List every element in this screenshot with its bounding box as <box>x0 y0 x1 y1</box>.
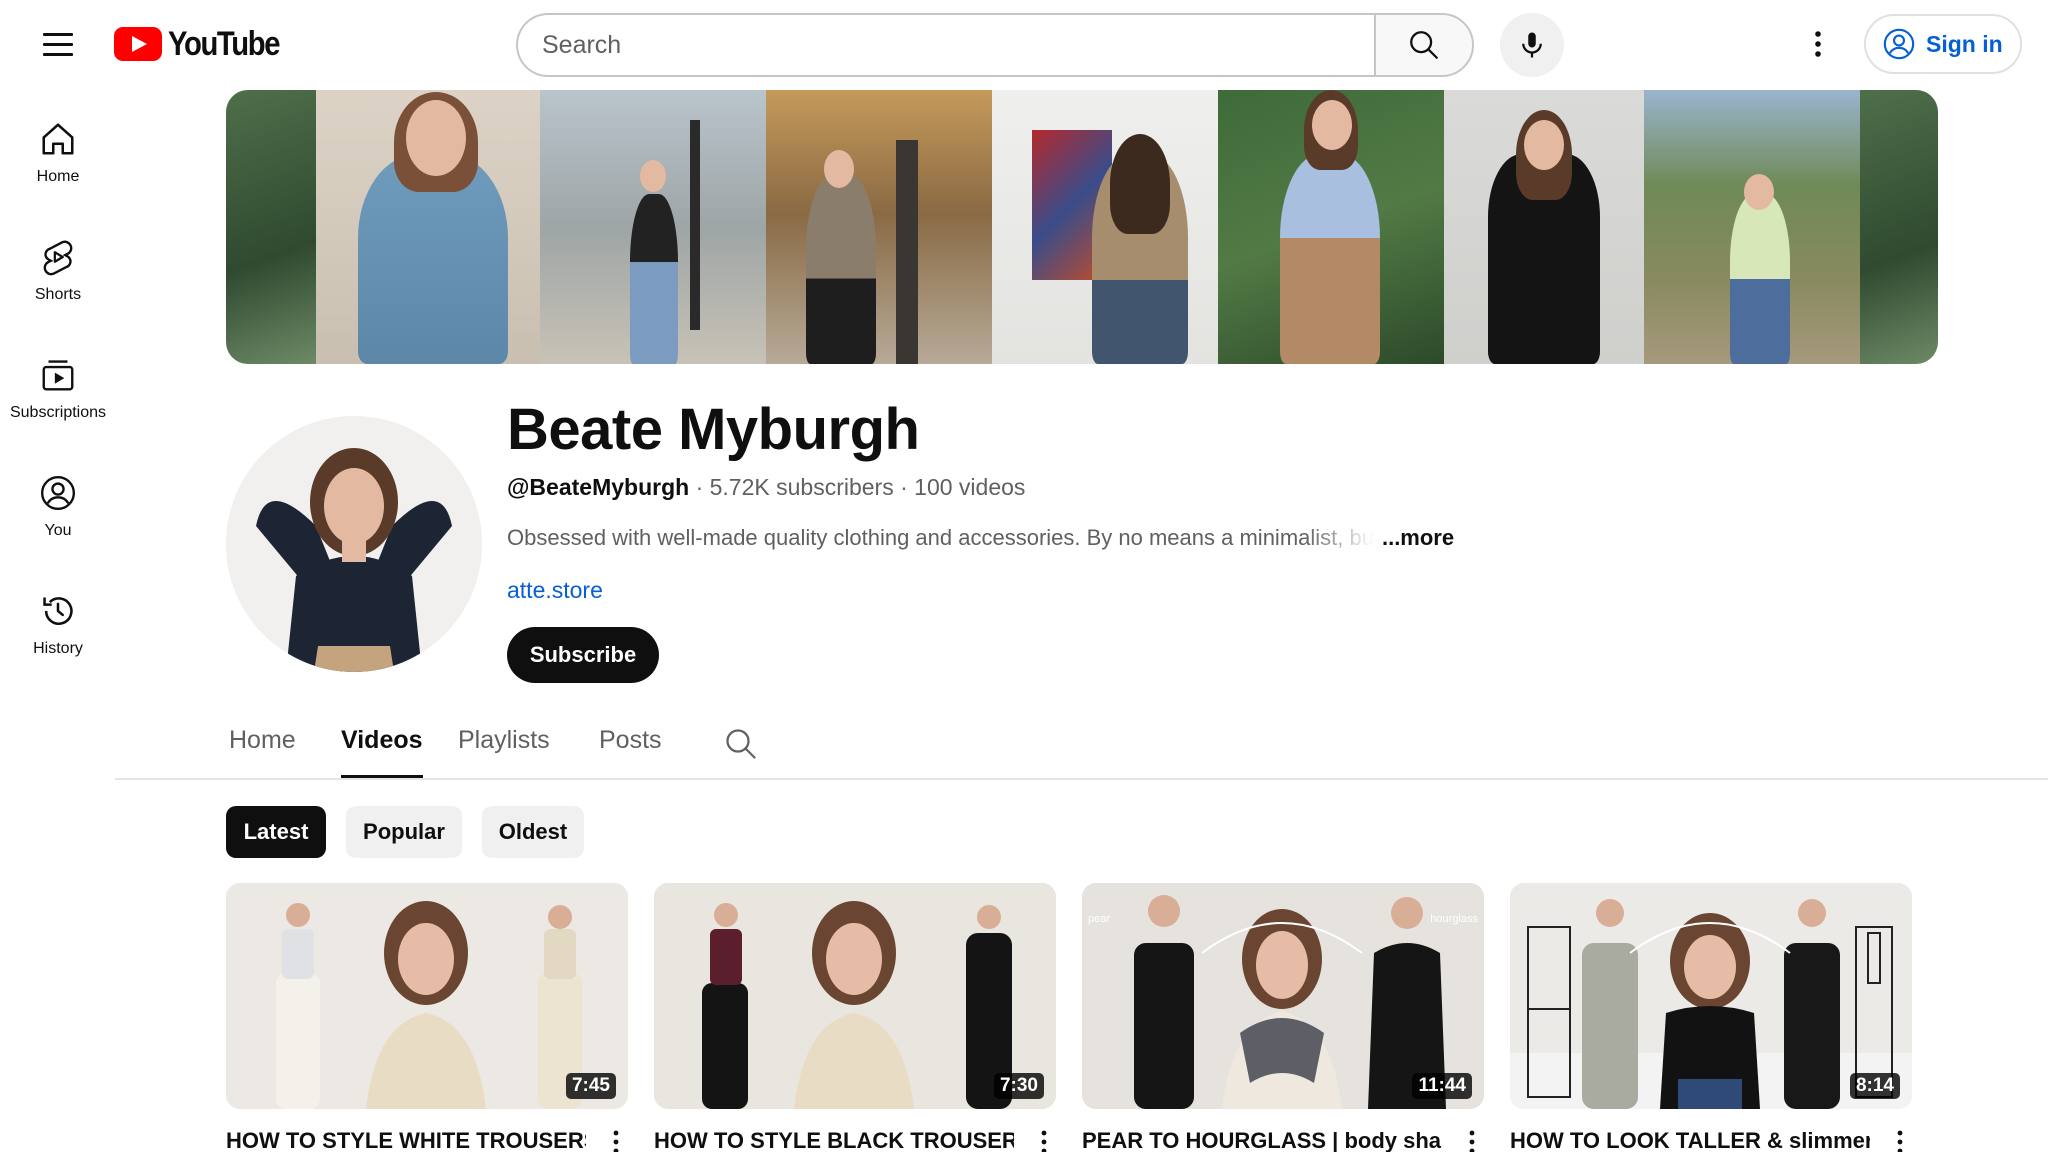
channel-handle: @BeateMyburgh <box>507 474 690 500</box>
banner-photo <box>226 90 316 364</box>
banner-photo <box>1444 90 1644 364</box>
sidebar-item-subscriptions[interactable]: Subscriptions <box>0 336 116 446</box>
thumbnail-overlay-text: hourglass <box>1430 913 1478 925</box>
more-vert-icon[interactable] <box>1462 1129 1482 1152</box>
more-vert-icon[interactable] <box>1034 1129 1054 1152</box>
video-thumbnail[interactable]: 7:30 <box>654 883 1056 1109</box>
subscribe-button[interactable]: Subscribe <box>507 627 659 683</box>
video-count: 100 videos <box>914 474 1026 500</box>
logo-text: YouTube <box>168 24 280 63</box>
sidebar-item-home[interactable]: Home <box>0 100 116 210</box>
more-vert-icon[interactable] <box>606 1129 626 1152</box>
channel-avatar[interactable] <box>226 416 482 672</box>
youtube-play-icon <box>114 27 162 61</box>
settings-menu-button[interactable] <box>1794 20 1842 68</box>
video-card[interactable]: 7:45 HOW TO STYLE WHITE TROUSERS | <box>226 883 628 1152</box>
channel-description[interactable]: Obsessed with well-made quality clothing… <box>507 525 1454 551</box>
sidebar-item-label: History <box>33 640 83 657</box>
tab-home[interactable]: Home <box>229 726 296 778</box>
video-card[interactable]: pear hourglass 11:44 PEAR TO HOURGLASS |… <box>1082 883 1484 1152</box>
video-title[interactable]: HOW TO LOOK TALLER & slimmer <box>1510 1128 1870 1152</box>
video-card[interactable]: 7:30 HOW TO STYLE BLACK TROUSERS | <box>654 883 1056 1152</box>
tab-videos[interactable]: Videos <box>341 726 423 778</box>
sidebar-item-label: Home <box>36 168 80 185</box>
banner-photo <box>1218 90 1444 364</box>
banner-photo <box>1644 90 1860 364</box>
menu-icon[interactable] <box>34 20 82 68</box>
more-link[interactable]: ...more <box>1382 525 1454 551</box>
sidebar-item-shorts[interactable]: Shorts <box>0 218 116 328</box>
banner-photo <box>1860 90 1938 364</box>
top-bar: YouTube Sign in <box>0 0 2048 88</box>
chip-popular[interactable]: Popular <box>346 806 462 858</box>
video-title[interactable]: HOW TO STYLE BLACK TROUSERS | <box>654 1128 1014 1152</box>
sign-in-button[interactable]: Sign in <box>1864 14 2022 74</box>
banner-photo <box>316 90 540 364</box>
subscriber-count: 5.72K subscribers <box>709 474 894 500</box>
video-thumbnail[interactable]: 8:14 <box>1510 883 1912 1109</box>
video-thumbnail[interactable]: 7:45 <box>226 883 628 1109</box>
chip-oldest[interactable]: Oldest <box>482 806 584 858</box>
more-vert-icon[interactable] <box>1890 1129 1910 1152</box>
search-bar <box>516 13 1474 77</box>
video-title[interactable]: PEAR TO HOURGLASS | body shape, <box>1082 1128 1442 1152</box>
tab-posts[interactable]: Posts <box>599 726 662 778</box>
video-duration: 7:30 <box>993 1073 1044 1099</box>
home-icon <box>42 123 74 155</box>
microphone-icon <box>1522 32 1542 58</box>
tab-playlists[interactable]: Playlists <box>458 726 550 778</box>
channel-name: Beate Myburgh <box>507 397 920 462</box>
meta-separator: · <box>900 474 908 500</box>
video-duration: 8:14 <box>1849 1073 1900 1099</box>
voice-search-button[interactable] <box>1500 13 1564 77</box>
video-duration: 7:45 <box>565 1073 616 1099</box>
meta-separator: · <box>695 474 704 500</box>
subscriptions-icon <box>42 360 74 391</box>
shorts-icon <box>43 240 73 276</box>
channel-meta: @BeateMyburgh · 5.72K subscribers · 100 … <box>507 474 1025 501</box>
sign-in-label: Sign in <box>1926 30 2003 57</box>
video-thumbnail[interactable]: pear hourglass 11:44 <box>1082 883 1484 1109</box>
channel-website-link[interactable]: atte.store <box>507 577 603 604</box>
you-icon <box>40 475 76 511</box>
banner-photo <box>992 90 1218 364</box>
channel-banner <box>226 90 1938 364</box>
more-vert-icon <box>1815 31 1821 57</box>
video-card[interactable]: 8:14 HOW TO LOOK TALLER & slimmer <box>1510 883 1912 1152</box>
sidebar-item-label: You <box>44 522 72 539</box>
banner-photo <box>766 90 992 364</box>
description-text: Obsessed with well-made quality clothing… <box>507 525 1374 550</box>
sidebar-item-you[interactable]: You <box>0 454 116 564</box>
sidebar-item-history[interactable]: History <box>0 572 116 682</box>
video-title[interactable]: HOW TO STYLE WHITE TROUSERS | <box>226 1128 586 1152</box>
search-button[interactable] <box>1374 13 1474 77</box>
channel-search-icon[interactable] <box>723 726 759 762</box>
youtube-logo[interactable]: YouTube <box>114 24 297 63</box>
channel-tabs: Home Videos Playlists Posts <box>115 712 2048 780</box>
avatar-portrait <box>226 416 482 672</box>
video-duration: 11:44 <box>1412 1073 1472 1099</box>
sidebar-item-label: Shorts <box>34 286 82 303</box>
thumbnail-overlay-text: pear <box>1088 913 1111 925</box>
account-circle-icon <box>1883 28 1915 60</box>
search-icon <box>1410 31 1438 59</box>
banner-photo <box>540 90 766 364</box>
search-input[interactable] <box>516 13 1374 77</box>
history-icon <box>43 597 73 625</box>
chip-latest[interactable]: Latest <box>226 806 326 858</box>
sidebar-item-label: Subscriptions <box>9 404 107 421</box>
